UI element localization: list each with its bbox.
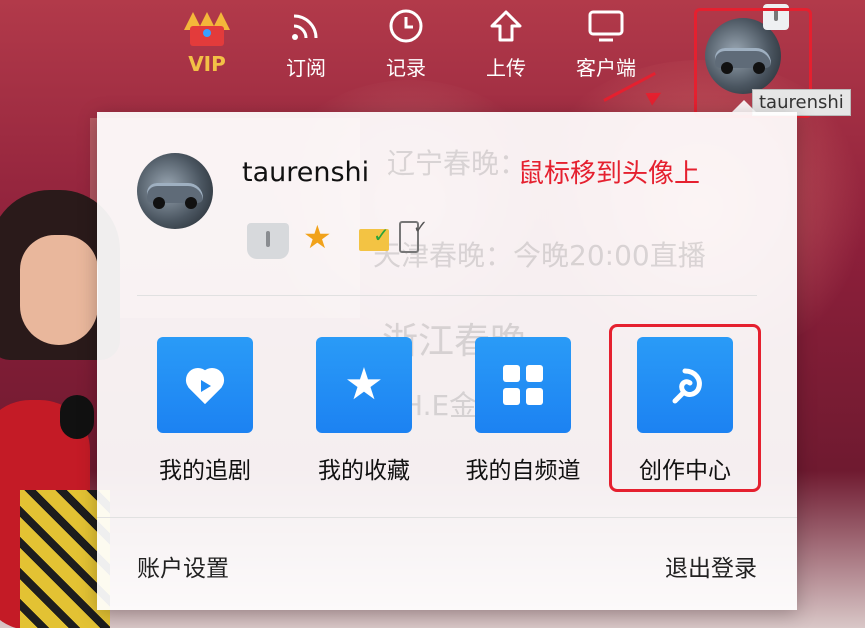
tile-my-channel[interactable]: 我的自频道 <box>453 337 593 485</box>
upload-icon <box>466 8 546 50</box>
panel-caret <box>732 100 756 112</box>
background-text: 辽宁春晚： <box>387 147 528 180</box>
nav-vip[interactable]: VIP <box>167 8 247 76</box>
star-badge-icon[interactable]: ★ <box>303 219 332 255</box>
user-dropdown-panel: 辽宁春晚： 天津春晚：今晚20:00直播 浙江春晚 H.E金 taurenshi… <box>97 112 797 610</box>
nav-subscribe-label: 订阅 <box>286 56 326 80</box>
nav-vip-label: VIP <box>188 52 226 76</box>
nav-upload-label: 上传 <box>486 56 526 80</box>
grid-icon <box>503 365 543 405</box>
user-avatar[interactable] <box>137 153 213 229</box>
username[interactable]: taurenshi <box>242 157 369 188</box>
nav-client[interactable]: 客户端 <box>566 8 646 81</box>
tile-label: 我的追剧 <box>159 458 251 484</box>
crown-icon <box>167 8 247 50</box>
mail-verified-icon[interactable]: ✓ <box>359 223 390 251</box>
divider <box>97 517 797 518</box>
nav-client-label: 客户端 <box>576 56 636 80</box>
tile-icon-box: ★ <box>316 337 412 433</box>
nav-upload[interactable]: 上传 <box>466 8 546 81</box>
logout-link[interactable]: 退出登录 <box>665 549 757 583</box>
tile-label: 我的自频道 <box>465 458 581 484</box>
top-navigation: VIP 订阅 记录 上传 客户端 taurenshi <box>0 0 865 118</box>
status-icons: ★ ✓ ✓ <box>247 217 447 259</box>
tile-my-series[interactable]: 我的追剧 <box>135 337 275 485</box>
highlight-box-creator <box>609 324 761 492</box>
nav-history-label: 记录 <box>386 56 426 80</box>
rss-icon <box>266 8 346 50</box>
account-settings-link[interactable]: 账户设置 <box>137 549 229 583</box>
monitor-icon <box>566 8 646 50</box>
car-image <box>147 183 203 209</box>
tile-label: 我的收藏 <box>318 458 410 484</box>
star-icon: ★ <box>344 359 384 410</box>
phone-verified-icon[interactable]: ✓ <box>399 217 428 253</box>
divider <box>137 295 757 296</box>
clock-icon <box>366 8 446 50</box>
nav-history[interactable]: 记录 <box>366 8 446 81</box>
tile-my-favorites[interactable]: ★ 我的收藏 <box>294 337 434 485</box>
tile-icon-box <box>157 337 253 433</box>
tile-icon-box <box>475 337 571 433</box>
nav-subscribe[interactable]: 订阅 <box>266 8 346 81</box>
microphone <box>60 395 94 439</box>
heart-play-icon <box>184 370 226 404</box>
singer-face <box>20 235 98 345</box>
annotation-text: 鼠标移到头像上 <box>518 159 701 189</box>
level-bag-icon[interactable] <box>247 223 289 259</box>
